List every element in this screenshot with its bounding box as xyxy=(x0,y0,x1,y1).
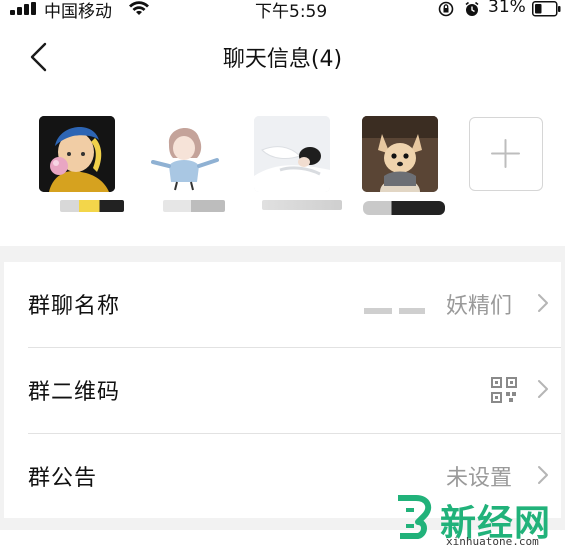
rotation-lock-icon xyxy=(438,1,454,17)
carrier-label: 中国移动 xyxy=(44,2,112,22)
wifi-icon xyxy=(129,1,149,15)
signal-icon xyxy=(10,2,38,15)
watermark-logo-icon xyxy=(398,495,432,539)
group-name-redaction xyxy=(364,308,392,314)
qr-code-icon xyxy=(491,377,517,403)
clock-time: 下午5:59 xyxy=(255,2,328,22)
group-settings-list: 群聊名称 妖精们 群二维码 群公告 未设置 xyxy=(4,262,561,518)
member-name-1 xyxy=(60,200,124,212)
puppy-avatar xyxy=(362,116,438,192)
group-name-label: 群聊名称 xyxy=(28,294,121,319)
watermark-url: xinhuatone.com xyxy=(446,535,539,548)
qr-code-row[interactable]: 群二维码 xyxy=(4,348,561,434)
member-avatar-2[interactable] xyxy=(147,116,223,192)
sleeping-person-avatar xyxy=(254,116,330,192)
anime-girl-avatar xyxy=(147,116,223,192)
plus-icon xyxy=(491,139,520,168)
page-title: 聊天信息(4) xyxy=(222,47,343,72)
chevron-right-icon xyxy=(538,466,548,484)
battery-percentage: 31% xyxy=(488,0,526,17)
group-name-value: 妖精们 xyxy=(446,294,513,319)
status-bar: 中国移动 下午5:59 31% xyxy=(0,0,565,22)
member-name-2 xyxy=(163,200,225,212)
member-avatar-3[interactable] xyxy=(254,116,330,192)
chevron-right-icon xyxy=(538,380,548,398)
alarm-icon xyxy=(465,1,479,16)
announcement-value: 未设置 xyxy=(446,466,513,491)
member-avatar-4[interactable] xyxy=(362,116,438,192)
member-avatar-1[interactable] xyxy=(39,116,115,192)
member-grid xyxy=(0,96,565,246)
announcement-label: 群公告 xyxy=(28,466,98,491)
qr-code-label: 群二维码 xyxy=(28,380,121,405)
group-name-redaction xyxy=(399,308,425,314)
member-name-4 xyxy=(363,201,445,215)
add-member-button[interactable] xyxy=(469,117,543,191)
nav-header: 聊天信息(4) xyxy=(0,22,565,96)
group-name-row[interactable]: 群聊名称 妖精们 xyxy=(4,262,561,348)
chevron-right-icon xyxy=(538,294,548,312)
battery-icon xyxy=(532,1,561,17)
pearl-earring-girl-avatar xyxy=(39,116,115,192)
member-name-3 xyxy=(262,200,342,210)
